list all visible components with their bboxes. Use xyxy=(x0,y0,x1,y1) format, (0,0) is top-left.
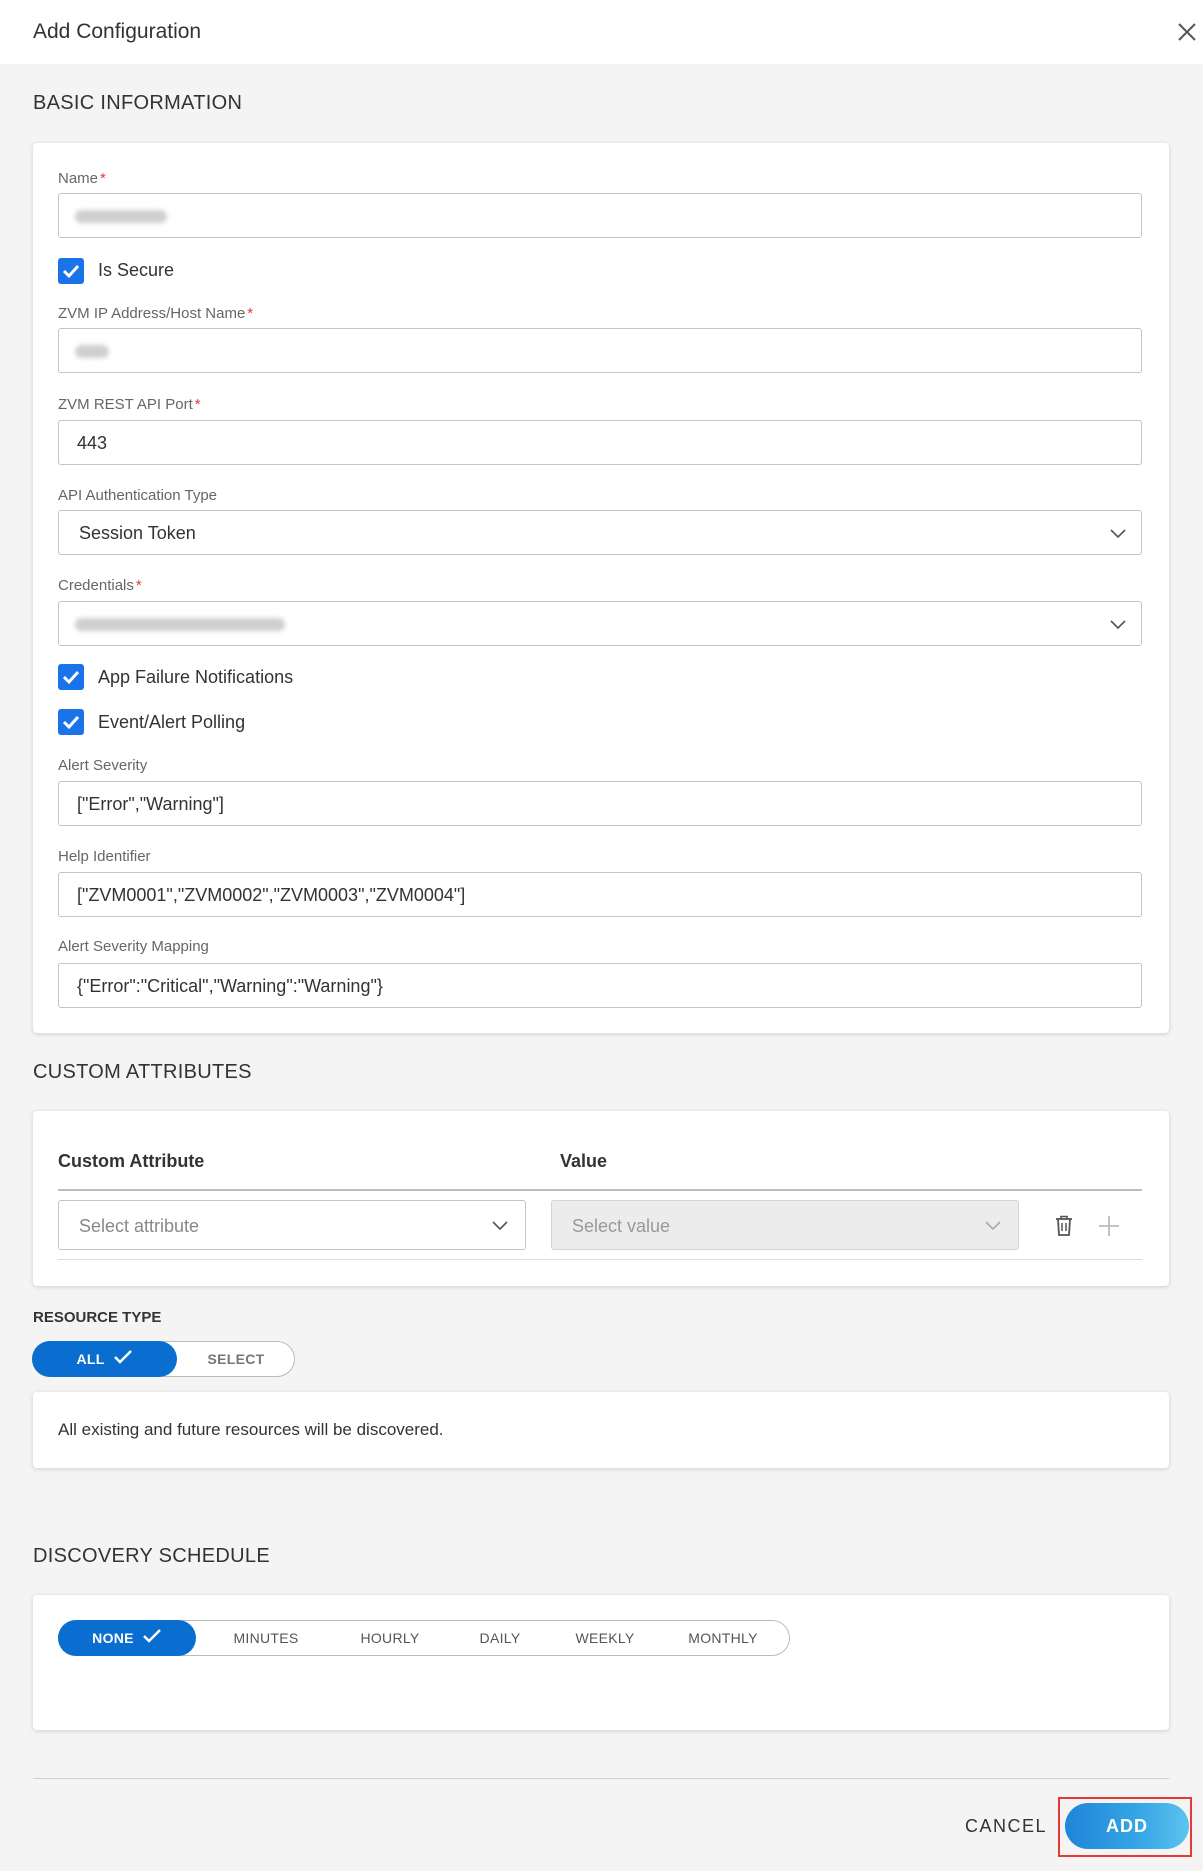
resource-type-title: RESOURCE TYPE xyxy=(33,1309,162,1326)
app-failure-label: App Failure Notifications xyxy=(98,667,294,687)
resource-option-all[interactable]: ALL xyxy=(32,1341,177,1377)
alert-severity-input[interactable]: ["Error","Warning"] xyxy=(58,781,1142,826)
value-header: Value xyxy=(560,1151,608,1171)
schedule-option-none[interactable]: NONE xyxy=(58,1620,196,1656)
dialog-header: Add Configuration xyxy=(0,0,1203,64)
dialog-title: Add Configuration xyxy=(33,20,202,43)
is-secure-label: Is Secure xyxy=(98,260,175,280)
discovery-schedule-title: DISCOVERY SCHEDULE xyxy=(33,1545,270,1567)
zvm-host-label: ZVM IP Address/Host Name * xyxy=(58,305,254,322)
credentials-select[interactable] xyxy=(58,601,1142,646)
plus-icon[interactable] xyxy=(1097,1214,1121,1238)
zvm-host-input[interactable] xyxy=(58,328,1142,373)
check-icon xyxy=(113,1350,132,1364)
schedule-option-minutes[interactable]: MINUTES xyxy=(207,1620,325,1656)
resource-message: All existing and future resources will b… xyxy=(58,1420,444,1439)
schedule-option-monthly[interactable]: MONTHLY xyxy=(664,1620,782,1656)
severity-mapping-label: Alert Severity Mapping xyxy=(58,938,209,955)
name-input[interactable] xyxy=(58,193,1142,238)
credentials-label: Credentials * xyxy=(58,577,142,594)
is-secure-checkbox[interactable] xyxy=(58,258,84,284)
event-polling-label: Event/Alert Polling xyxy=(98,712,246,732)
basic-info-title: BASIC INFORMATION xyxy=(33,92,243,114)
cancel-button[interactable]: CANCEL xyxy=(965,1816,1047,1837)
footer-divider xyxy=(33,1778,1169,1779)
schedule-option-weekly[interactable]: WEEKLY xyxy=(546,1620,664,1656)
help-identifier-label: Help Identifier xyxy=(58,848,151,865)
basic-info-card: Name * Is Secure ZVM IP Address/Host Name… xyxy=(33,143,1169,1033)
add-button[interactable]: ADD xyxy=(1065,1803,1189,1849)
check-icon xyxy=(142,1629,161,1643)
chevron-down-icon xyxy=(1110,529,1126,539)
attribute-select[interactable]: Select attribute xyxy=(58,1200,526,1250)
close-icon[interactable] xyxy=(1173,18,1201,46)
api-port-input[interactable]: 443 xyxy=(58,420,1142,465)
custom-attribute-header: Custom Attribute xyxy=(58,1151,205,1171)
custom-attributes-card: Custom Attribute Value Select attribute … xyxy=(33,1111,1169,1286)
value-select[interactable]: Select value xyxy=(551,1200,1019,1250)
resource-type-toggle: ALL SELECT xyxy=(32,1341,295,1377)
event-polling-checkbox[interactable] xyxy=(58,709,84,735)
schedule-toggle: NONE MINUTES HOURLY DAILY WEEKLY MONTHLY xyxy=(58,1620,790,1656)
redacted-value xyxy=(75,210,167,223)
resource-option-select[interactable]: SELECT xyxy=(177,1341,295,1377)
help-identifier-input[interactable]: ["ZVM0001","ZVM0002","ZVM0003","ZVM0004"… xyxy=(58,872,1142,917)
redacted-value xyxy=(75,345,109,358)
schedule-option-hourly[interactable]: HOURLY xyxy=(331,1620,449,1656)
row-divider xyxy=(58,1259,1142,1260)
custom-attributes-title: CUSTOM ATTRIBUTES xyxy=(33,1061,252,1083)
resource-message-card: All existing and future resources will b… xyxy=(33,1392,1169,1468)
auth-type-label: API Authentication Type xyxy=(58,487,218,504)
chevron-down-icon xyxy=(1110,620,1126,630)
name-label: Name * xyxy=(58,170,106,187)
discovery-schedule-card: NONE MINUTES HOURLY DAILY WEEKLY MONTHLY xyxy=(33,1595,1169,1730)
chevron-down-icon xyxy=(985,1221,1001,1231)
schedule-option-daily[interactable]: DAILY xyxy=(441,1620,559,1656)
chevron-down-icon xyxy=(492,1221,508,1231)
redacted-value xyxy=(75,618,285,631)
alert-severity-label: Alert Severity xyxy=(58,757,148,774)
severity-mapping-input[interactable]: {"Error":"Critical","Warning":"Warning"} xyxy=(58,963,1142,1008)
app-failure-checkbox[interactable] xyxy=(58,664,84,690)
api-port-label: ZVM REST API Port * xyxy=(58,396,201,413)
trash-icon[interactable] xyxy=(1053,1214,1075,1238)
header-divider xyxy=(58,1189,1142,1191)
auth-type-select[interactable]: Session Token xyxy=(58,510,1142,555)
